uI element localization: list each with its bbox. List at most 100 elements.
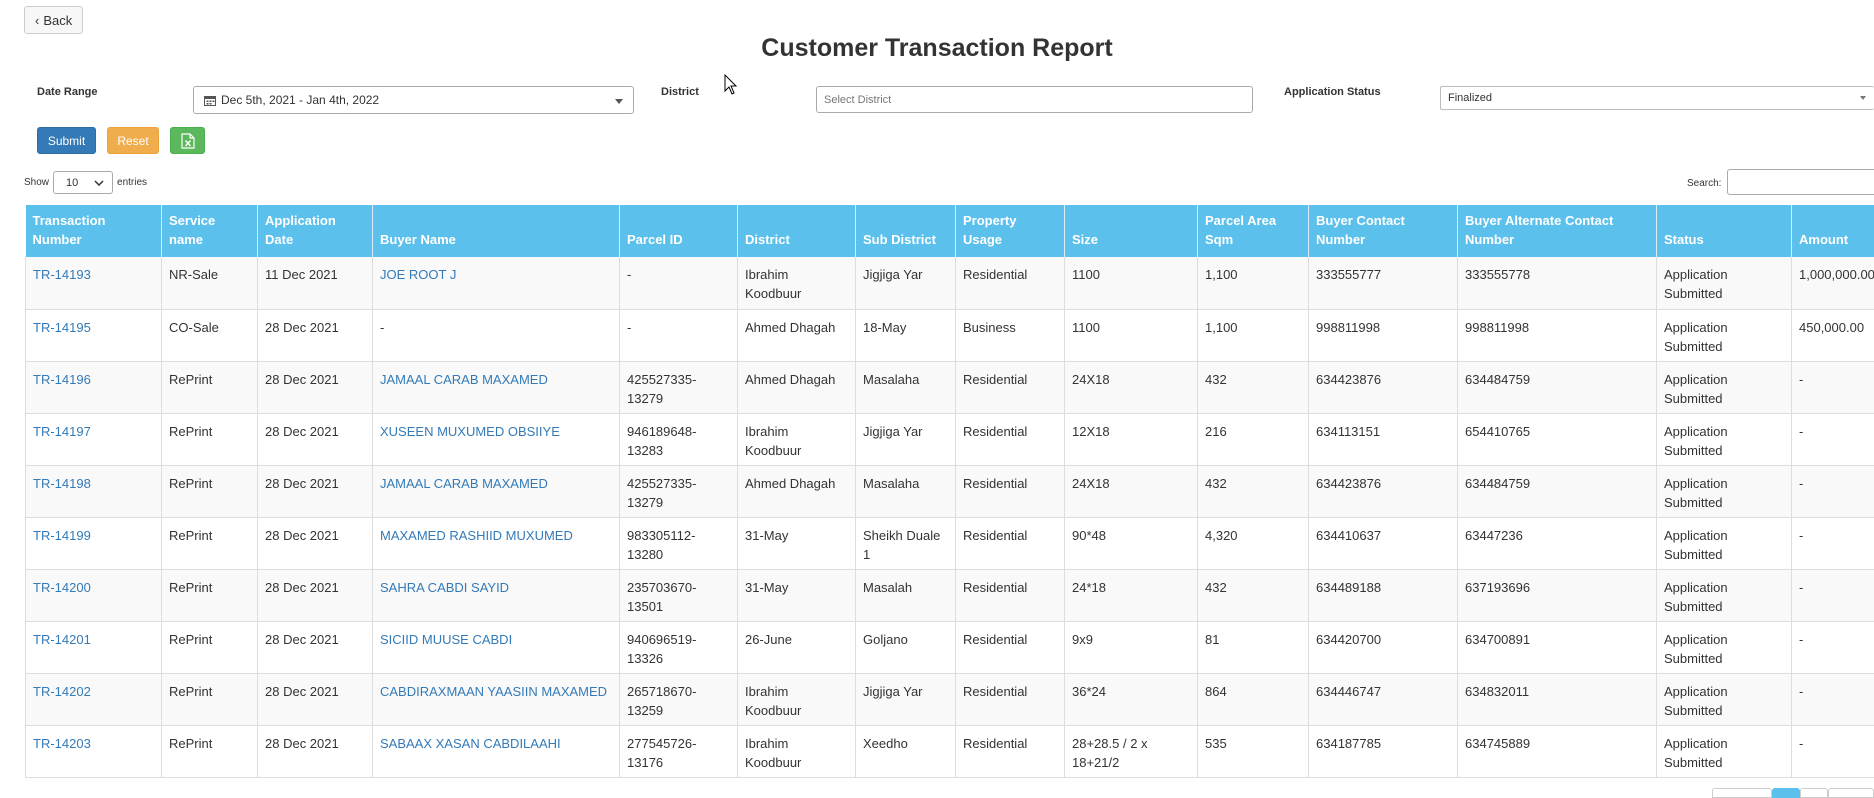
buyer-name-link[interactable]: JAMAAL CARAB MAXAMED <box>380 476 548 491</box>
cell-size: 1100 <box>1065 309 1198 361</box>
buyer-name-link[interactable]: SAHRA CABDI SAYID <box>380 580 509 595</box>
cell-property-usage: Residential <box>956 517 1065 569</box>
cell-amount: - <box>1792 465 1874 517</box>
cell-sub-district: Sheikh Duale 1 <box>856 517 956 569</box>
cell-application-date: 28 Dec 2021 <box>258 673 373 725</box>
transaction-number-link[interactable]: TR-14199 <box>33 528 91 543</box>
buyer-name-link[interactable]: XUSEEN MUXUMED OBSIIYE <box>380 424 560 439</box>
cell-district: Ahmed Dhagah <box>738 361 856 413</box>
buyer-name-link[interactable]: JOE ROOT J <box>380 267 456 282</box>
cell-service-name: RePrint <box>162 517 258 569</box>
column-header-buyer-name[interactable]: Buyer Name <box>373 205 620 257</box>
district-select[interactable]: Select District <box>816 86 1253 113</box>
cell-district: Ahmed Dhagah <box>738 309 856 361</box>
transaction-number-link[interactable]: TR-14196 <box>33 372 91 387</box>
cell-status: Application Submitted <box>1657 673 1792 725</box>
submit-button-label: Submit <box>48 134 85 148</box>
cell-buyer-alternate-contact: 333555778 <box>1458 257 1657 309</box>
pagination-page[interactable] <box>1800 788 1828 798</box>
cell-buyer-contact: 634420700 <box>1309 621 1458 673</box>
mouse-pointer-icon <box>724 74 740 96</box>
chevron-down-icon <box>94 180 104 186</box>
submit-button[interactable]: Submit <box>37 127 96 154</box>
transaction-number-link[interactable]: TR-14200 <box>33 580 91 595</box>
pagination-page-active[interactable] <box>1772 788 1800 798</box>
entries-select[interactable]: 10 <box>53 171 113 194</box>
cell-status: Application Submitted <box>1657 465 1792 517</box>
entries-value: 10 <box>66 177 78 189</box>
application-status-select[interactable]: Finalized <box>1440 86 1874 110</box>
cell-transaction-number: TR-14197 <box>26 413 162 465</box>
column-header-buyer-alternate-contact[interactable]: Buyer Alternate Contact Number <box>1458 205 1657 257</box>
cell-parcel-area: 864 <box>1198 673 1309 725</box>
cell-amount: - <box>1792 361 1874 413</box>
back-button[interactable]: ‹ Back <box>24 6 83 34</box>
pagination-previous-button[interactable] <box>1712 788 1772 798</box>
export-excel-button[interactable] <box>170 127 205 154</box>
cell-size: 1100 <box>1065 257 1198 309</box>
cell-size: 90*48 <box>1065 517 1198 569</box>
column-header-sub-district[interactable]: Sub District <box>856 205 956 257</box>
transaction-number-link[interactable]: TR-14195 <box>33 320 91 335</box>
column-header-buyer-contact[interactable]: Buyer Contact Number <box>1309 205 1458 257</box>
search-input[interactable] <box>1727 169 1874 195</box>
table-row: TR-14203RePrint28 Dec 2021SABAAX XASAN C… <box>26 725 1874 777</box>
buyer-name-link[interactable]: JAMAAL CARAB MAXAMED <box>380 372 548 387</box>
table-row: TR-14201RePrint28 Dec 2021SICIID MUUSE C… <box>26 621 1874 673</box>
cell-status: Application Submitted <box>1657 413 1792 465</box>
cell-buyer-contact: 634423876 <box>1309 465 1458 517</box>
cell-parcel-id: 425527335-13279 <box>620 465 738 517</box>
cell-transaction-number: TR-14199 <box>26 517 162 569</box>
column-header-property-usage[interactable]: Property Usage <box>956 205 1065 257</box>
transaction-number-link[interactable]: TR-14203 <box>33 736 91 751</box>
cell-service-name: RePrint <box>162 569 258 621</box>
entries-control: Show 10 entries <box>24 171 147 194</box>
cell-transaction-number: TR-14202 <box>26 673 162 725</box>
column-header-size[interactable]: Size <box>1065 205 1198 257</box>
buyer-name-link[interactable]: CABDIRAXMAAN YAASIIN MAXAMED <box>380 684 607 699</box>
cell-size: 9x9 <box>1065 621 1198 673</box>
cell-application-date: 28 Dec 2021 <box>258 413 373 465</box>
cell-service-name: RePrint <box>162 621 258 673</box>
cell-status: Application Submitted <box>1657 361 1792 413</box>
cell-application-date: 28 Dec 2021 <box>258 309 373 361</box>
cell-parcel-id: 265718670-13259 <box>620 673 738 725</box>
cell-district: 26-June <box>738 621 856 673</box>
column-header-amount[interactable]: Amount <box>1792 205 1874 257</box>
cell-parcel-area: 81 <box>1198 621 1309 673</box>
cell-parcel-area: 535 <box>1198 725 1309 777</box>
date-range-picker[interactable]: Dec 5th, 2021 - Jan 4th, 2022 <box>193 86 634 114</box>
transaction-number-link[interactable]: TR-14197 <box>33 424 91 439</box>
transaction-number-link[interactable]: TR-14201 <box>33 632 91 647</box>
cell-transaction-number: TR-14201 <box>26 621 162 673</box>
cell-property-usage: Business <box>956 309 1065 361</box>
transaction-number-link[interactable]: TR-14193 <box>33 267 91 282</box>
column-header-service-name[interactable]: Service name <box>162 205 258 257</box>
cell-buyer-alternate-contact: 634484759 <box>1458 361 1657 413</box>
cell-buyer-name: SICIID MUUSE CABDI <box>373 621 620 673</box>
column-header-application-date[interactable]: Application Date <box>258 205 373 257</box>
transaction-number-link[interactable]: TR-14198 <box>33 476 91 491</box>
cell-status: Application Submitted <box>1657 257 1792 309</box>
cell-transaction-number: TR-14195 <box>26 309 162 361</box>
cell-service-name: RePrint <box>162 725 258 777</box>
cell-amount: - <box>1792 413 1874 465</box>
column-header-transaction-number[interactable]: Transaction Number <box>26 205 162 257</box>
reset-button[interactable]: Reset <box>107 127 159 154</box>
table-row: TR-14202RePrint28 Dec 2021CABDIRAXMAAN Y… <box>26 673 1874 725</box>
pagination-page[interactable] <box>1828 788 1874 798</box>
cell-parcel-area: 432 <box>1198 361 1309 413</box>
cell-status: Application Submitted <box>1657 517 1792 569</box>
buyer-name-link[interactable]: MAXAMED RASHIID MUXUMED <box>380 528 573 543</box>
cell-transaction-number: TR-14200 <box>26 569 162 621</box>
column-header-parcel-area[interactable]: Parcel Area Sqm <box>1198 205 1309 257</box>
column-header-status[interactable]: Status <box>1657 205 1792 257</box>
cell-buyer-name: XUSEEN MUXUMED OBSIIYE <box>373 413 620 465</box>
column-header-parcel-id[interactable]: Parcel ID <box>620 205 738 257</box>
reset-button-label: Reset <box>117 134 148 148</box>
column-header-district[interactable]: District <box>738 205 856 257</box>
cell-parcel-id: 235703670-13501 <box>620 569 738 621</box>
transaction-number-link[interactable]: TR-14202 <box>33 684 91 699</box>
buyer-name-link[interactable]: SICIID MUUSE CABDI <box>380 632 512 647</box>
buyer-name-link[interactable]: SABAAX XASAN CABDILAAHI <box>380 736 561 751</box>
